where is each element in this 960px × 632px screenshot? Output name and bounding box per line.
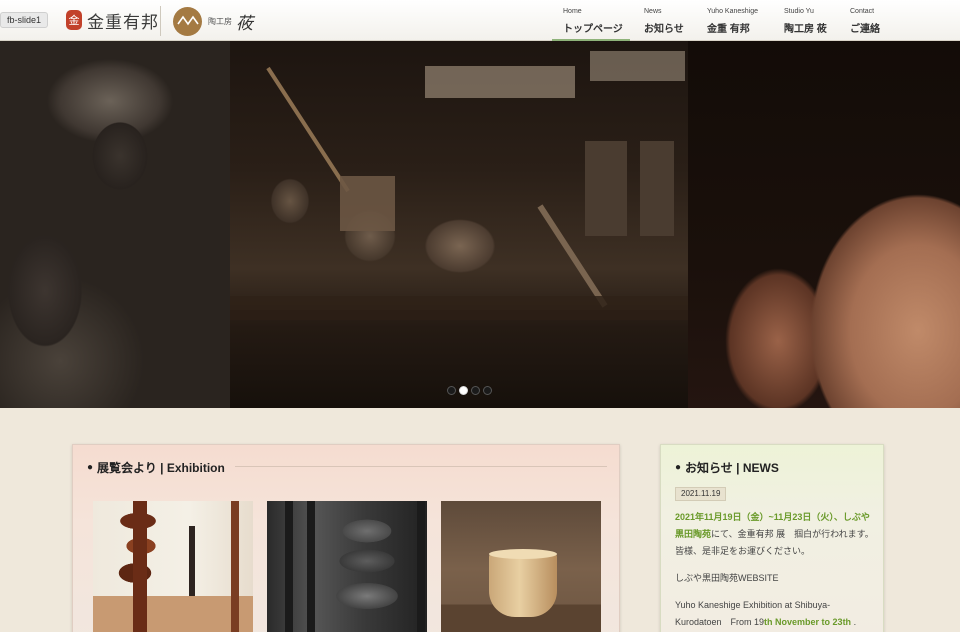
site-header: fb-slide1 金 金重有邦 陶工房 莜 Home トップページ News … — [0, 0, 960, 41]
nav-yuho-jp: 金重 有邦 — [707, 24, 750, 35]
slider-dot-4[interactable] — [483, 386, 492, 395]
news-item-english: Yuho Kaneshige Exhibition at Shibuya-Kur… — [675, 597, 875, 631]
exhibition-thumb-vessels[interactable] — [267, 501, 427, 632]
exhibition-heading: ● 展覧会より | Exhibition — [87, 459, 225, 476]
totem-sculpture — [231, 501, 239, 632]
nav-home-en: Home — [563, 8, 582, 15]
news-date: 2021.11.19 — [675, 487, 727, 501]
heading-rule — [235, 466, 607, 467]
nav-studio-yu[interactable]: Studio Yu 陶工房 莜 — [784, 0, 850, 41]
slide-tag: fb-slide1 — [0, 12, 49, 28]
news-english-end: . — [851, 617, 857, 627]
hero-image-kiln — [688, 41, 960, 408]
logo-divider — [160, 6, 161, 36]
wooden-post — [285, 501, 293, 632]
studio-logo-big: 莜 — [236, 13, 253, 34]
totem-sculpture — [189, 526, 195, 596]
nav-home[interactable]: Home トップページ — [552, 0, 630, 41]
hero-image-garden-pots — [0, 41, 230, 408]
bullet-icon: ● — [87, 462, 94, 473]
nav-news[interactable]: News お知らせ — [644, 0, 706, 41]
news-item-text[interactable]: 2021年11月19日（金）~11月23日（火）、しぶや黒田陶苑にて、金重有邦 … — [675, 509, 875, 560]
bullet-icon: ● — [675, 462, 682, 473]
news-title: お知らせ | NEWS — [685, 461, 779, 475]
nav-yuho-en: Yuho Kaneshige — [707, 8, 758, 15]
slider-dot-3[interactable] — [471, 386, 480, 395]
nav-news-en: News — [644, 8, 662, 15]
slider-dot-2[interactable] — [459, 386, 468, 395]
nav-yuho-kaneshige[interactable]: Yuho Kaneshige 金重 有邦 — [707, 0, 785, 41]
exhibition-thumb-bowl[interactable] — [441, 501, 601, 632]
tea-bowl-rim — [489, 549, 557, 559]
studio-yu-logo[interactable]: 陶工房 莜 — [173, 6, 253, 36]
exhibition-thumb-totems[interactable] — [93, 501, 253, 632]
nav-home-jp: トップページ — [563, 24, 623, 35]
hero-slider[interactable] — [0, 41, 960, 408]
wooden-post — [417, 501, 425, 632]
nav-contact[interactable]: Contact ご連絡 — [850, 0, 910, 41]
nav-news-jp: お知らせ — [644, 24, 684, 35]
nav-studio-en: Studio Yu — [784, 8, 814, 15]
exhibition-section: ● 展覧会より | Exhibition — [72, 444, 620, 632]
tea-bowl — [489, 553, 557, 617]
wooden-post — [307, 501, 315, 632]
exhibition-title: 展覧会より | Exhibition — [97, 461, 225, 475]
news-english-highlight: th November to 23th — [764, 617, 852, 627]
seal-icon: 金 — [66, 10, 82, 30]
kurodatoen-website-link[interactable]: しぶや黒田陶苑WEBSITE — [675, 570, 875, 587]
news-heading: ● お知らせ | NEWS — [675, 459, 779, 476]
studio-logo-small: 陶工房 — [208, 16, 232, 26]
totem-sculpture — [133, 501, 147, 632]
studio-emblem-icon — [173, 6, 202, 36]
logo-text: 金重有邦 — [87, 12, 159, 33]
kaneshige-logo[interactable]: 金 金重有邦 — [66, 9, 159, 33]
nav-contact-en: Contact — [850, 8, 875, 15]
hero-image-workshop-tools — [230, 41, 688, 408]
news-section: ● お知らせ | NEWS 2021.11.19 2021年11月19日（金）~… — [660, 444, 884, 632]
nav-studio-jp: 陶工房 莜 — [784, 24, 827, 35]
slider-dot-1[interactable] — [447, 386, 456, 395]
slider-dots — [447, 386, 492, 395]
nav-contact-jp: ご連絡 — [850, 24, 880, 35]
